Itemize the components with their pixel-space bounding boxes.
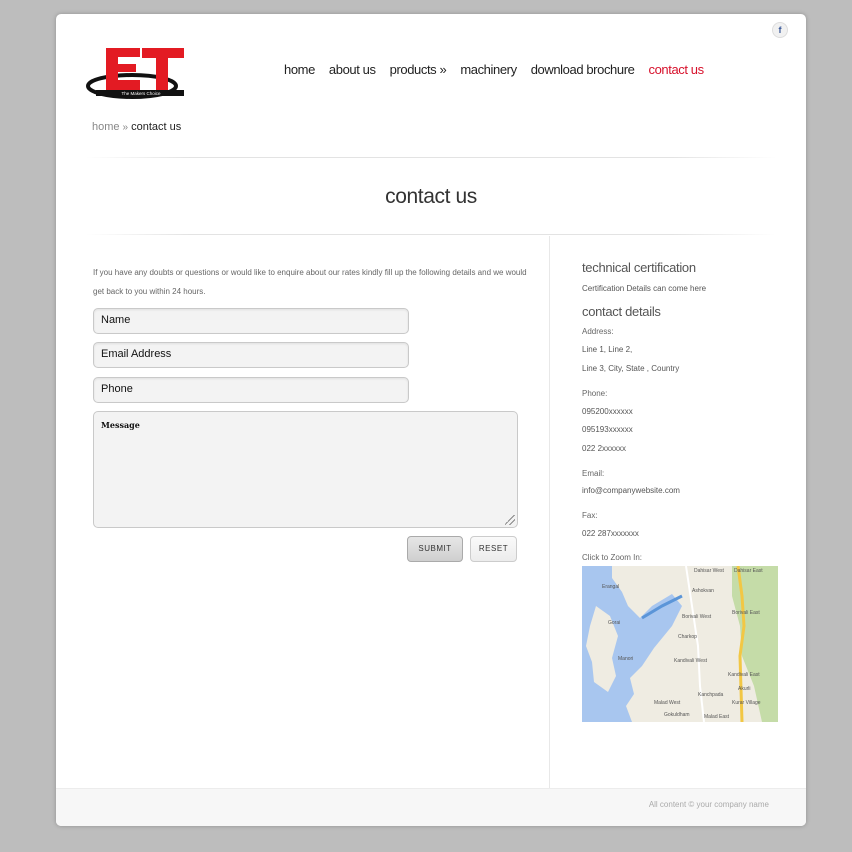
map-label-dahisar-east: Dahisar East: [734, 568, 763, 574]
nav-item-about-us[interactable]: about us: [329, 62, 376, 77]
phone-field-placeholder: Phone: [101, 383, 133, 395]
name-field-placeholder: Name: [101, 314, 131, 326]
contact-heading: contact details: [582, 304, 661, 319]
name-field[interactable]: Name: [93, 308, 409, 334]
fax-number: 022 287xxxxxxx: [582, 529, 639, 538]
map-label-dahisar-west: Dahisar West: [694, 568, 725, 574]
map-label-manori: Manori: [618, 656, 633, 662]
address-label: Address:: [582, 327, 614, 336]
map-label-gorai: Gorai: [608, 620, 620, 626]
map-label-kandivali-east: Kandivali East: [728, 672, 760, 678]
message-placeholder: Message: [101, 420, 140, 430]
title-divider: [86, 234, 776, 235]
nav-item-machinery[interactable]: machinery: [460, 62, 517, 77]
map-zoom-label: Click to Zoom In:: [582, 553, 643, 562]
nav-item-home[interactable]: home: [284, 62, 315, 77]
phone-field[interactable]: Phone: [93, 377, 409, 403]
map-label-ashokvan: Ashokvan: [692, 588, 714, 594]
address-line-2: Line 3, City, State , Country: [582, 364, 680, 373]
map-label-kurar-village: Kurar Village: [732, 700, 761, 706]
map-label-kandivali-west: Kandivali West: [674, 658, 708, 664]
resize-handle-icon[interactable]: [505, 515, 515, 525]
phone-number-2: 095193xxxxxx: [582, 425, 633, 434]
address-line-1: Line 1, Line 2,: [582, 345, 633, 354]
cert-text: Certification Details can come here: [582, 284, 707, 293]
map-label-borivali-west: Borivali West: [682, 614, 712, 620]
breadcrumb-current: contact us: [131, 121, 182, 133]
breadcrumb: home» contact us: [92, 121, 181, 133]
email-field-placeholder: Email Address: [101, 348, 172, 360]
main-nav: home about us products » machinery download …: [284, 62, 704, 77]
page-container: f The Makers Choice home about us products…: [56, 14, 806, 826]
message-textarea[interactable]: Message: [93, 411, 518, 528]
phone-number-3: 022 2xxxxxx: [582, 444, 627, 453]
nav-item-contact-us[interactable]: contact us: [648, 62, 704, 77]
map-label-erangal: Erangal: [602, 584, 619, 590]
fax-label: Fax:: [582, 511, 598, 520]
reset-button[interactable]: RESET: [470, 536, 517, 562]
nav-item-download-brochure[interactable]: download brochure: [531, 62, 635, 77]
form-intro-text: If you have any doubts or questions or w…: [93, 268, 527, 296]
email-label: Email:: [582, 469, 605, 478]
map-label-borivali-east: Borivali East: [732, 610, 760, 616]
facebook-icon[interactable]: f: [772, 22, 788, 38]
copyright-text: All content © your company name: [648, 800, 769, 809]
map-label-charkop: Charkop: [678, 634, 697, 640]
map-label-malad-west: Malad West: [654, 700, 681, 706]
nav-item-products[interactable]: products »: [390, 62, 447, 77]
location-map[interactable]: Dahisar West Dahisar East Gorai Borivali…: [582, 566, 778, 722]
page-title: contact us: [385, 185, 477, 208]
submit-button[interactable]: SUBMIT: [407, 536, 463, 562]
logo-tagline: The Makers Choice: [121, 91, 161, 96]
breadcrumb-home-link[interactable]: home: [92, 121, 120, 133]
cert-heading: technical certification: [582, 260, 696, 275]
map-label-kanchpada: Kanchpada: [698, 692, 724, 698]
email-field[interactable]: Email Address: [93, 342, 409, 368]
map-label-akurli: Akurli: [738, 686, 751, 692]
phone-label: Phone:: [582, 389, 608, 398]
column-divider: [549, 236, 550, 788]
company-logo[interactable]: The Makers Choice: [86, 44, 190, 100]
phone-number-1: 095200xxxxxx: [582, 407, 633, 416]
map-label-malad-east: Malad East: [704, 714, 730, 720]
breadcrumb-separator: »: [122, 122, 129, 133]
footer: All content © your company name: [56, 788, 806, 826]
header-divider: [86, 157, 776, 158]
map-label-gokuldham: Gokuldham: [664, 712, 690, 718]
email-address[interactable]: info@companywebsite.com: [582, 486, 680, 495]
